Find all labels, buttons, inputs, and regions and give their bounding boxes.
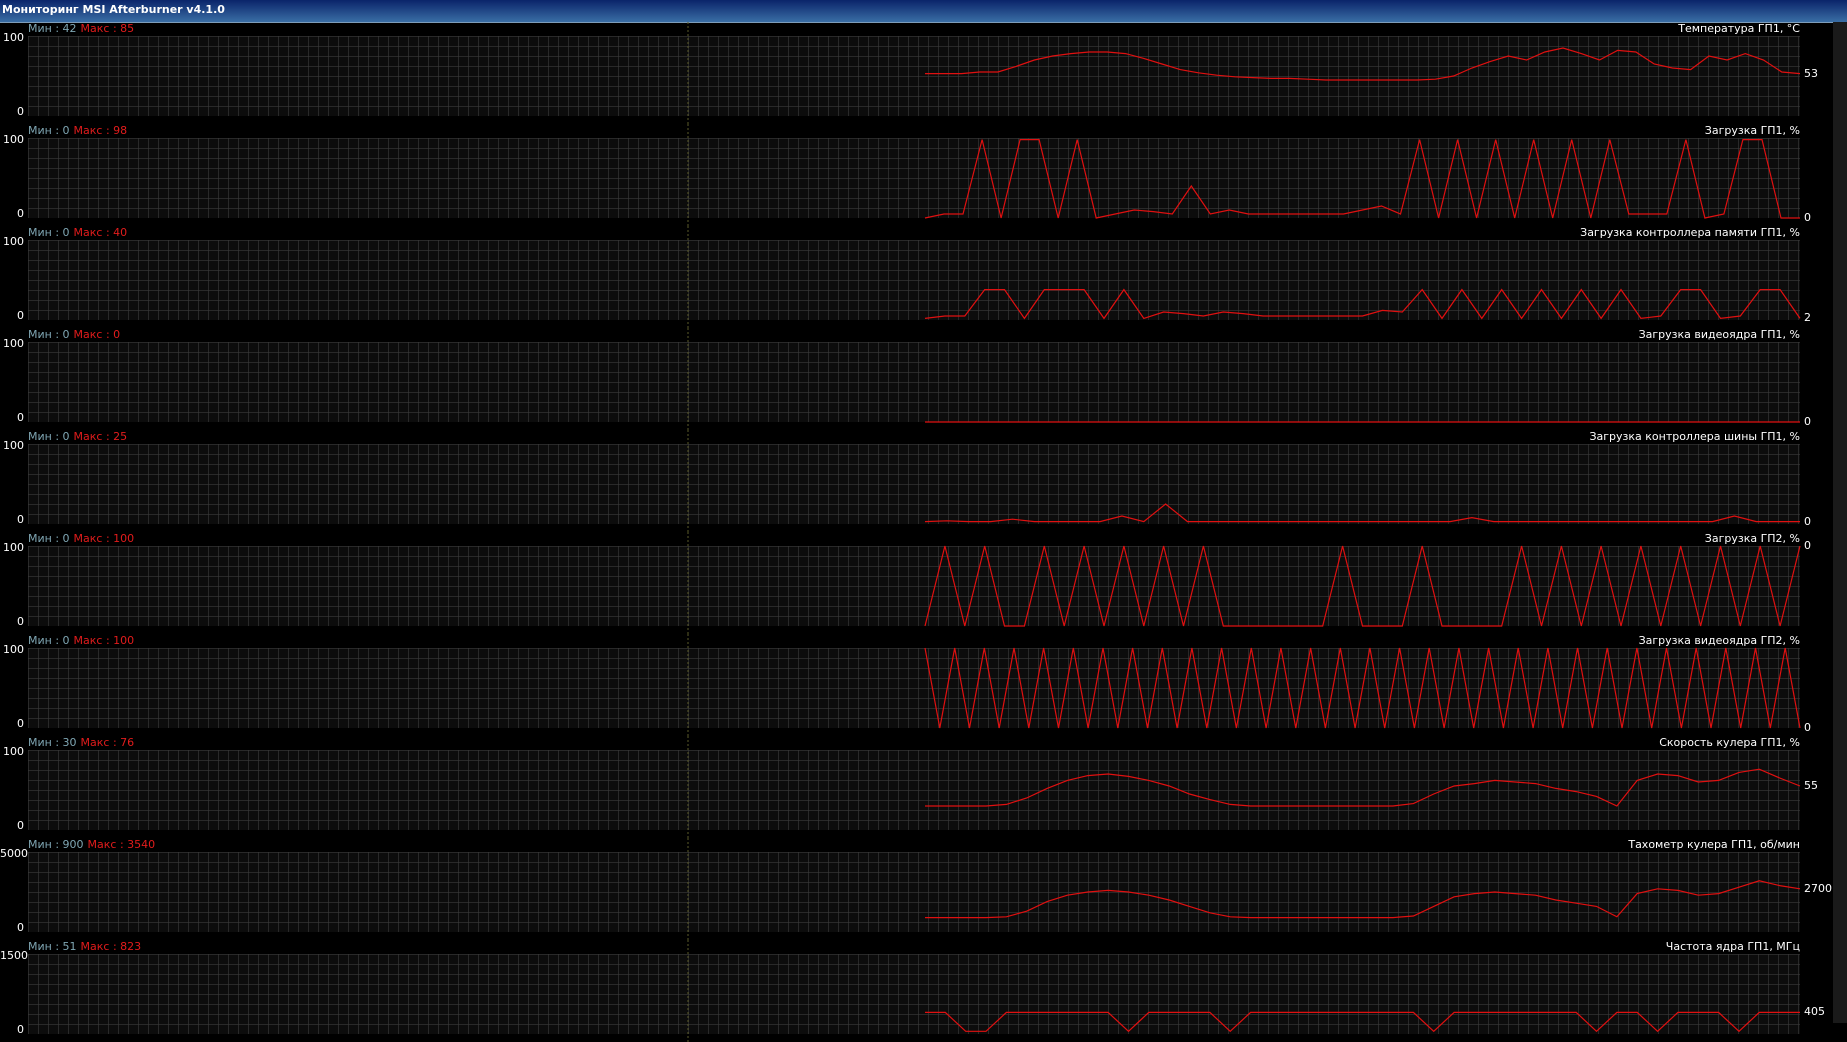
graph-panel[interactable]: Мин : 0 Макс : 40 Загрузка контроллера пам…	[0, 226, 1847, 328]
current-value: 55	[1804, 779, 1818, 792]
graph-trace-area	[687, 634, 1801, 736]
graph-panel[interactable]: Мин : 51 Макс : 823 Частота ядра ГП1, МГц 1…	[0, 940, 1847, 1042]
graph-trace-area	[687, 838, 1801, 940]
graph-trace-area	[687, 124, 1800, 226]
graph-panel[interactable]: Мин : 0 Макс : 25 Загрузка контроллера шин…	[0, 430, 1847, 532]
window-titlebar[interactable]: Мониторинг MSI Afterburner v4.1.0	[0, 0, 1847, 23]
graph-panel[interactable]: Мин : 900 Макс : 3540 Тахометр кулера ГП1,…	[0, 838, 1847, 940]
series-line	[924, 545, 1801, 627]
series-line	[925, 1011, 1800, 1033]
graph-trace-area	[687, 532, 1801, 634]
current-value: 53	[1804, 66, 1818, 80]
series-line	[925, 768, 1801, 807]
current-value: 0	[1804, 514, 1811, 528]
graph-trace-area	[687, 940, 1800, 1042]
series-line	[924, 647, 1801, 729]
current-value: 405	[1804, 1005, 1825, 1019]
current-value: 0	[1804, 211, 1811, 224]
series-line	[924, 503, 1800, 523]
graph-trace-area	[687, 22, 1801, 124]
graph-trace-area	[687, 328, 1800, 430]
graph-panel[interactable]: Мин : 30 Макс : 76 Скорость кулера ГП1, % 1…	[0, 736, 1847, 838]
series-line	[924, 139, 1800, 219]
window-title: Мониторинг MSI Afterburner v4.1.0	[2, 3, 225, 16]
current-value: 0	[1804, 721, 1811, 734]
graph-panel[interactable]: Мин : 0 Макс : 0 Загрузка видеоядра ГП1, %…	[0, 328, 1847, 430]
current-value: 0	[1804, 539, 1811, 552]
graph-trace-area	[687, 736, 1801, 838]
series-line	[924, 288, 1801, 320]
graph-panel[interactable]: Мин : 0 Макс : 98 Загрузка ГП1, % 100 0 0	[0, 124, 1847, 226]
series-line	[925, 880, 1801, 919]
current-value: 0	[1804, 415, 1811, 428]
graph-panel[interactable]: Мин : 0 Макс : 100 Загрузка ГП2, % 100 0 0	[0, 532, 1847, 634]
series-line	[925, 47, 1801, 81]
current-value: 2700	[1804, 881, 1832, 895]
graph-trace-area	[687, 226, 1801, 328]
graph-panel[interactable]: Мин : 42 Макс : 85 Температура ГП1, °C 100 0…	[0, 22, 1847, 124]
graph-trace-area	[687, 430, 1800, 532]
graph-panel[interactable]: Мин : 0 Макс : 100 Загрузка видеоядра ГП2,…	[0, 634, 1847, 736]
current-value: 2	[1804, 311, 1811, 325]
